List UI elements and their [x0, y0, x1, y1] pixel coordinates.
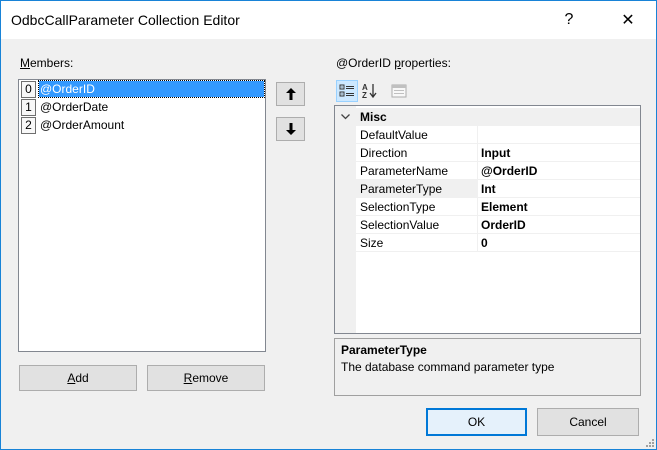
property-grid-toolbar: A Z	[336, 80, 436, 102]
categorized-view-button[interactable]	[336, 80, 358, 102]
property-name: ParameterType	[356, 180, 478, 198]
member-index: 1	[21, 98, 36, 116]
window-title: OdbcCallParameter Collection Editor	[11, 12, 240, 28]
member-name: @OrderAmount	[40, 118, 125, 132]
help-title: ParameterType	[341, 343, 427, 357]
list-item[interactable]: 0 @OrderID	[19, 80, 265, 98]
resize-grip-icon[interactable]	[644, 437, 654, 447]
property-row[interactable]: ParameterName @OrderID	[356, 162, 640, 180]
property-row[interactable]: Direction Input	[356, 144, 640, 162]
categorized-view-icon	[339, 84, 354, 97]
category-row-misc[interactable]: Misc	[335, 108, 640, 126]
arrow-up-icon	[285, 88, 296, 100]
property-name: SelectionValue	[356, 216, 478, 234]
property-value[interactable]: Input	[481, 144, 639, 162]
property-row[interactable]: ParameterType Int	[356, 180, 640, 198]
alphabetical-sort-icon: A Z	[362, 83, 377, 99]
members-label: Members:	[20, 56, 74, 70]
add-button[interactable]: Add	[19, 365, 137, 391]
property-name: Size	[356, 234, 478, 252]
move-down-button[interactable]	[276, 117, 305, 141]
cancel-button[interactable]: Cancel	[537, 408, 639, 436]
category-name: Misc	[360, 110, 387, 124]
title-bar: OdbcCallParameter Collection Editor ? ✕	[1, 1, 656, 39]
member-name: @OrderDate	[40, 100, 109, 114]
svg-text:Z: Z	[362, 91, 367, 99]
property-name: SelectionType	[356, 198, 478, 216]
help-button[interactable]: ?	[546, 1, 592, 39]
property-pages-icon	[391, 84, 407, 98]
help-description: The database command parameter type	[341, 360, 555, 374]
alphabetical-sort-button[interactable]: A Z	[359, 80, 381, 102]
property-grid[interactable]: Misc DefaultValue Direction Input Parame…	[334, 105, 641, 334]
property-row[interactable]: SelectionValue OrderID	[356, 216, 640, 234]
property-row[interactable]: Size 0	[356, 234, 640, 252]
list-item[interactable]: 1 @OrderDate	[19, 98, 265, 116]
close-button[interactable]: ✕	[605, 1, 651, 39]
property-name: DefaultValue	[356, 126, 478, 144]
property-row[interactable]: SelectionType Element	[356, 198, 640, 216]
collection-editor-dialog: OdbcCallParameter Collection Editor ? ✕ …	[0, 0, 657, 450]
member-name: @OrderID	[38, 80, 265, 98]
member-index: 2	[21, 116, 36, 134]
property-value[interactable]: 0	[481, 234, 639, 252]
property-name: ParameterName	[356, 162, 478, 180]
property-value[interactable]: OrderID	[481, 216, 639, 234]
property-pages-button[interactable]	[388, 80, 410, 102]
list-item[interactable]: 2 @OrderAmount	[19, 116, 265, 134]
move-up-button[interactable]	[276, 82, 305, 106]
property-row[interactable]: DefaultValue	[356, 126, 640, 144]
property-name: Direction	[356, 144, 478, 162]
property-value[interactable]: @OrderID	[481, 162, 639, 180]
members-listbox[interactable]: 0 @OrderID 1 @OrderDate 2 @OrderAmount	[18, 79, 266, 352]
property-value[interactable]: Element	[481, 198, 639, 216]
property-value[interactable]	[481, 126, 639, 144]
chevron-down-icon[interactable]	[335, 111, 356, 123]
remove-button[interactable]: Remove	[147, 365, 265, 391]
ok-button[interactable]: OK	[426, 408, 527, 436]
property-value[interactable]: Int	[481, 180, 639, 198]
grid-gutter	[335, 106, 356, 333]
arrow-down-icon	[285, 123, 296, 135]
member-index: 0	[21, 80, 36, 98]
properties-label: @OrderID properties:	[336, 56, 451, 70]
property-help-pane: ParameterType The database command param…	[334, 338, 641, 396]
